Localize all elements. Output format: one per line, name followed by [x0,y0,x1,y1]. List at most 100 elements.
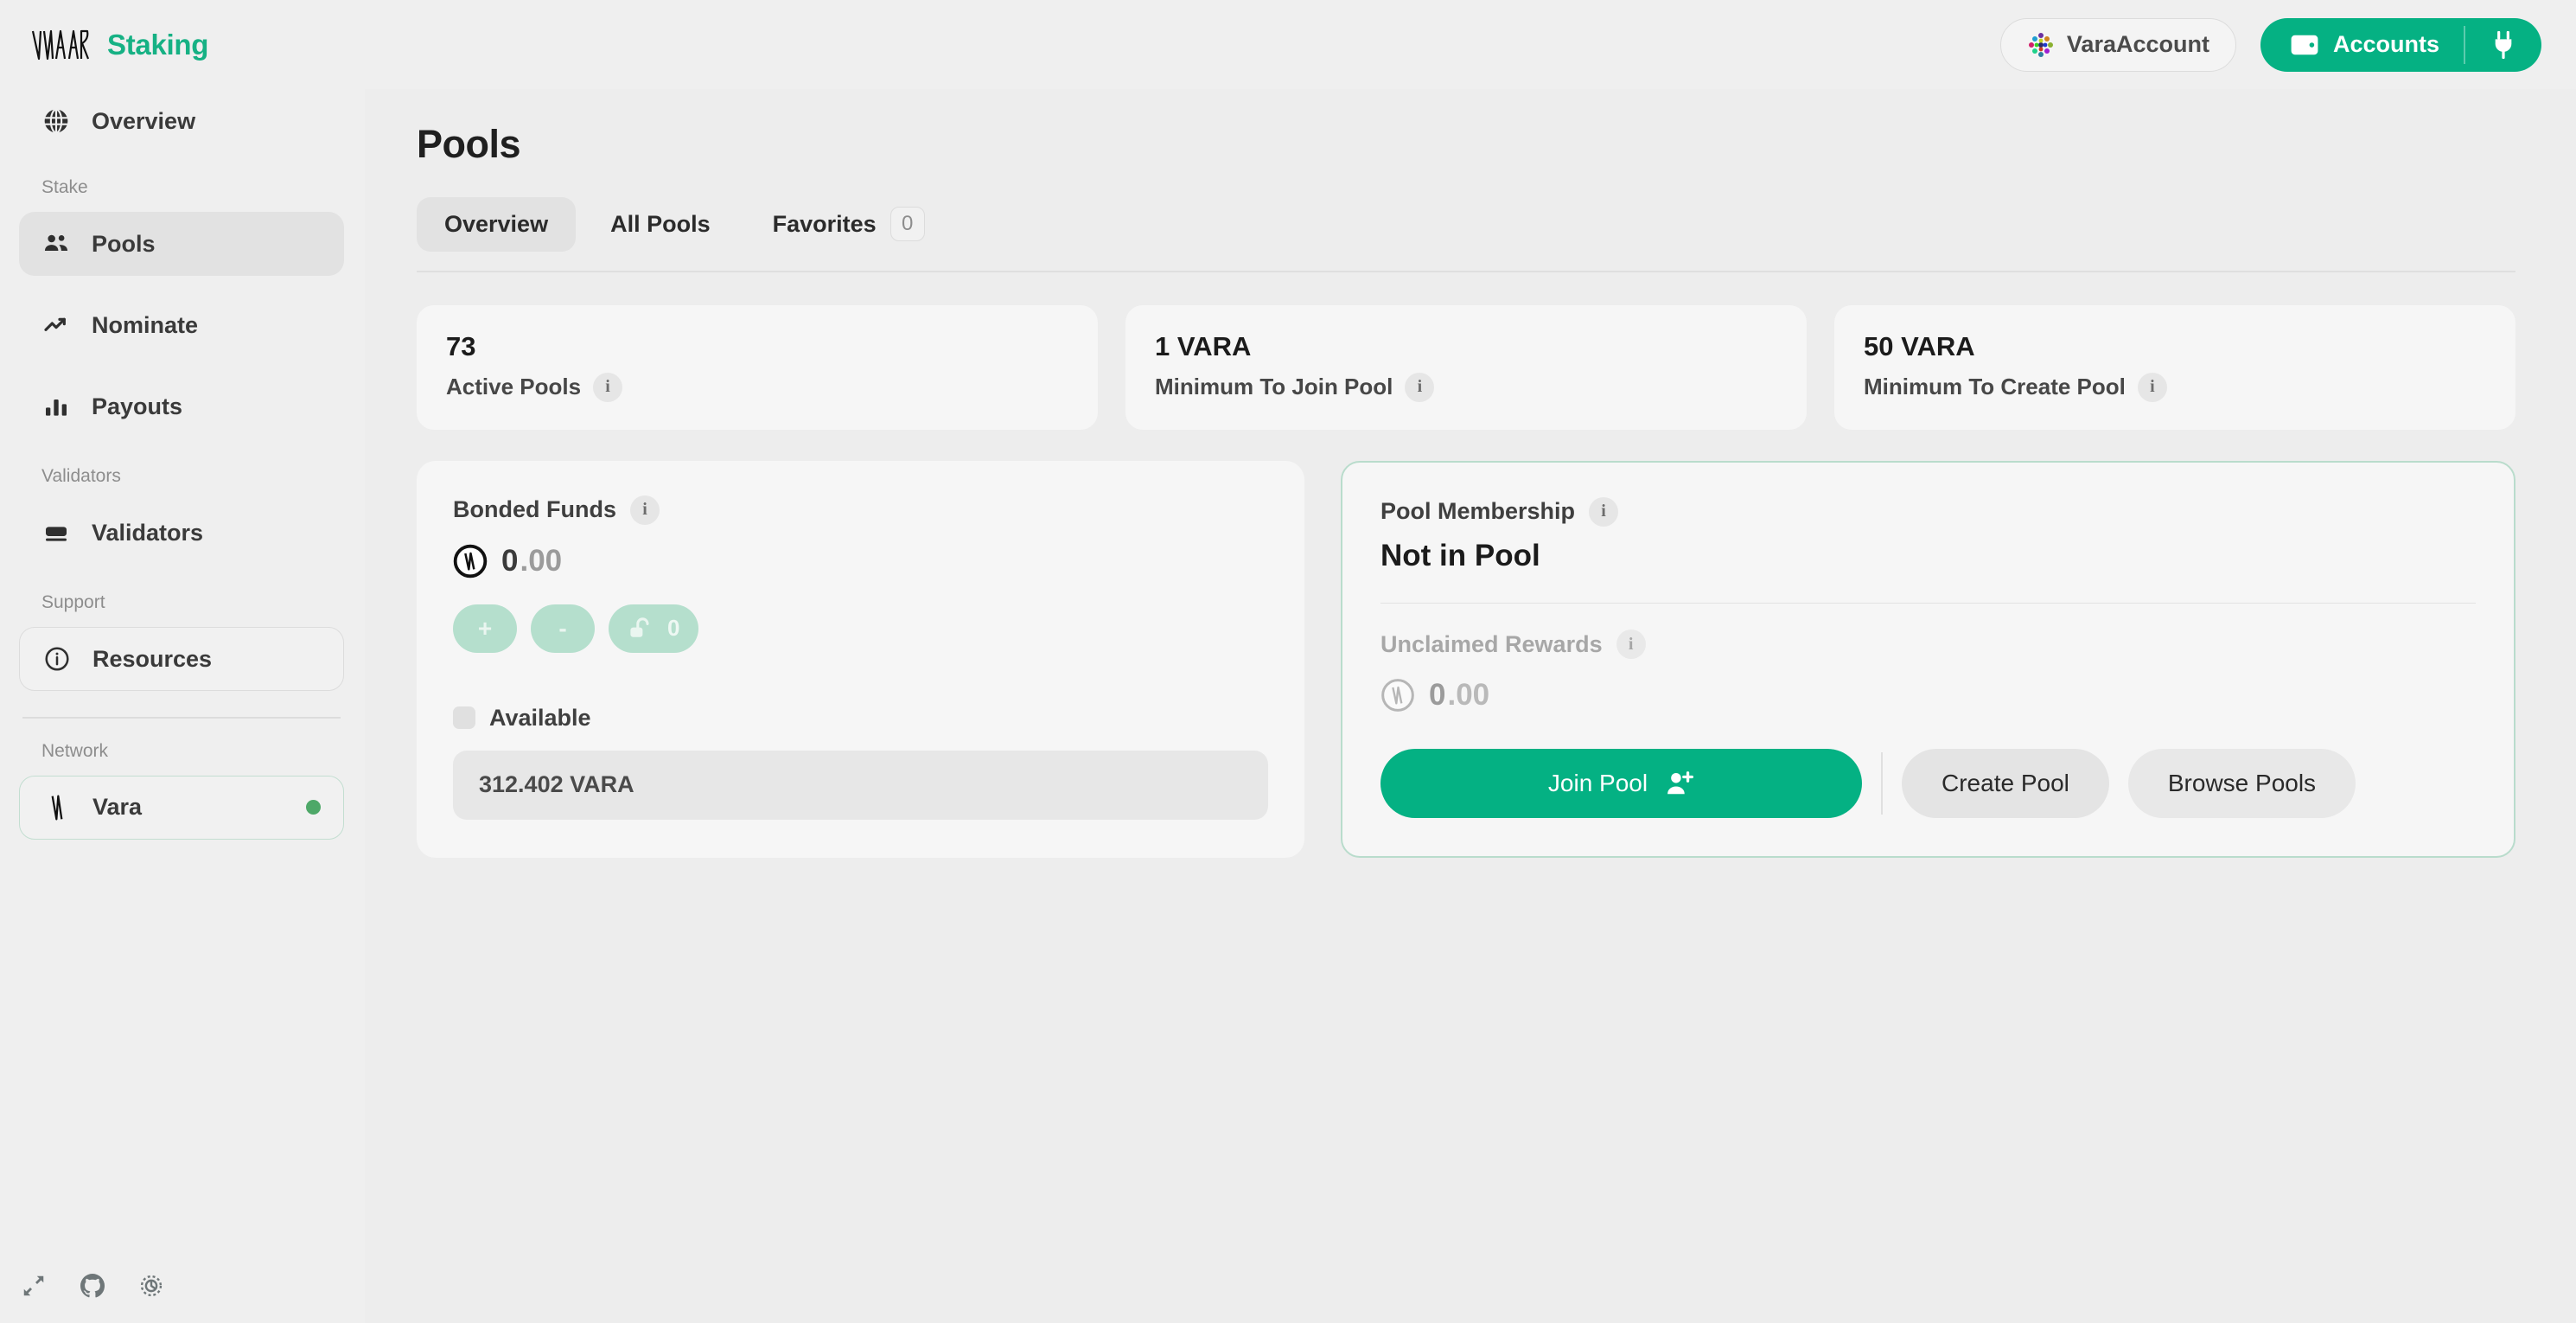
accounts-button[interactable]: Accounts [2260,17,2541,72]
sidebar-item-network-vara[interactable]: Vara [19,775,344,840]
sidebar-item-pools-label: Pools [92,230,156,257]
stat-label-row-min-join: Minimum To Join Pool i [1155,372,1777,402]
sidebar-group-label-support: Support [41,592,105,612]
pool-action-buttons: Join Pool Create Pool Browse Pools [1380,749,2476,818]
collapse-icon[interactable] [19,1271,48,1301]
tab-overview[interactable]: Overview [417,196,577,252]
available-value: 312.402 VARA [479,771,634,797]
globe-icon [41,106,71,136]
plug-button[interactable] [2465,30,2541,59]
unlock-icon [630,617,649,637]
gear-icon[interactable] [137,1271,166,1301]
bonded-amount-decimal: .00 [520,543,563,578]
wallet-icon [2291,35,2318,54]
sidebar-footer-icons [19,1271,166,1301]
sidebar-item-resources[interactable]: Resources [19,627,344,691]
tab-favorites-badge: 0 [889,207,925,241]
pool-membership-status: Not in Pool [1380,538,1540,572]
bond-add-button[interactable]: + [453,604,517,653]
users-icon [41,229,71,259]
sidebar-item-nominate-label: Nominate [92,311,199,338]
main-content: Pools Overview All Pools Favorites 0 73 [365,89,2576,1323]
trending-up-icon [41,310,71,340]
pool-membership-card: Pool Membership i Not in Pool Unclaimed … [1341,460,2515,858]
info-icon-pool-membership[interactable]: i [1589,496,1619,527]
tab-favorites-label: Favorites [772,210,877,237]
info-icon-min-create[interactable]: i [2137,372,2167,402]
sidebar-item-payouts[interactable]: Payouts [19,374,344,438]
bond-add-label: + [477,614,493,642]
bond-remove-label: - [558,614,567,642]
stat-label-row-active-pools: Active Pools i [446,372,1068,402]
tab-bar: Overview All Pools Favorites 0 [417,193,2515,255]
app-root: Staking VaraAccount Accounts Overview St… [0,0,2576,1323]
page-title: Pools [417,122,521,166]
available-header: Available [453,705,1268,732]
sidebar: Overview Stake Pools Nominate Payouts Va… [0,89,365,1323]
pool-buttons-divider [1881,752,1883,815]
create-pool-button[interactable]: Create Pool [1902,749,2109,818]
tab-all-pools[interactable]: All Pools [583,197,738,252]
unclaimed-rewards-amount-row: 0 .00 [1380,678,2476,713]
sidebar-item-pools[interactable]: Pools [19,212,344,276]
bonded-funds-header: Bonded Funds i [453,495,1268,525]
sidebar-group-label-stake: Stake [41,177,88,197]
account-chip[interactable]: VaraAccount [1999,17,2236,72]
join-pool-button[interactable]: Join Pool [1380,749,1862,818]
unclaimed-rewards-decimal: .00 [1447,678,1490,712]
bond-unlock-button[interactable]: 0 [609,604,699,653]
sidebar-item-overview-label: Overview [92,107,196,134]
sidebar-item-nominate[interactable]: Nominate [19,293,344,357]
tab-bar-rule [417,271,2515,272]
sidebar-item-validators[interactable]: Validators [19,501,344,565]
join-pool-label: Join Pool [1547,770,1648,796]
bond-unlock-count: 0 [667,615,680,641]
tab-favorites[interactable]: Favorites 0 [745,193,953,255]
app-body: Overview Stake Pools Nominate Payouts Va… [0,89,2576,1323]
pool-membership-title: Pool Membership [1380,498,1576,524]
info-icon-active-pools[interactable]: i [593,372,623,402]
info-icon-bonded-funds[interactable]: i [629,495,660,525]
bonded-funds-card: Bonded Funds i 0 .00 + - 0 Available 312… [417,460,1304,858]
bar-chart-icon [41,392,71,421]
create-pool-label: Create Pool [1942,770,2069,796]
available-label: Available [489,704,591,731]
bond-remove-button[interactable]: - [531,604,595,653]
accounts-button-inner[interactable]: Accounts [2260,31,2464,58]
info-icon-min-join[interactable]: i [1405,372,1435,402]
stat-value-active-pools: 73 [446,330,476,361]
vara-coin-icon [1381,679,1414,712]
available-value-box: 312.402 VARA [453,750,1268,820]
sidebar-item-resources-label: Resources [92,645,213,672]
sidebar-item-overview[interactable]: Overview [19,89,344,153]
browse-pools-button[interactable]: Browse Pools [2127,749,2356,818]
server-icon [41,518,71,547]
stat-label-min-join: Minimum To Join Pool [1155,374,1393,399]
vara-coin-icon [453,544,488,578]
info-icon-unclaimed-rewards[interactable]: i [1616,630,1646,659]
brand-title: Staking [107,28,209,61]
sidebar-item-network-label: Vara [92,794,143,820]
sidebar-item-validators-label: Validators [92,519,204,546]
unclaimed-rewards-integer: 0 [1429,678,1446,712]
bonded-amount-row: 0 .00 [453,544,1268,578]
github-icon[interactable] [78,1271,107,1301]
stat-card-min-join: 1 VARA Minimum To Join Pool i [1125,304,1807,430]
network-status-dot [306,800,321,815]
sidebar-group-label-validators: Validators [41,466,121,486]
info-circle-icon [42,644,72,674]
stat-card-row: 73 Active Pools i 1 VARA Minimum To Join… [417,304,2515,430]
bonded-funds-title: Bonded Funds [453,496,616,522]
brand: Staking [29,28,208,62]
stat-value-min-create: 50 VARA [1864,330,1975,361]
user-plus-icon [1667,771,1694,795]
